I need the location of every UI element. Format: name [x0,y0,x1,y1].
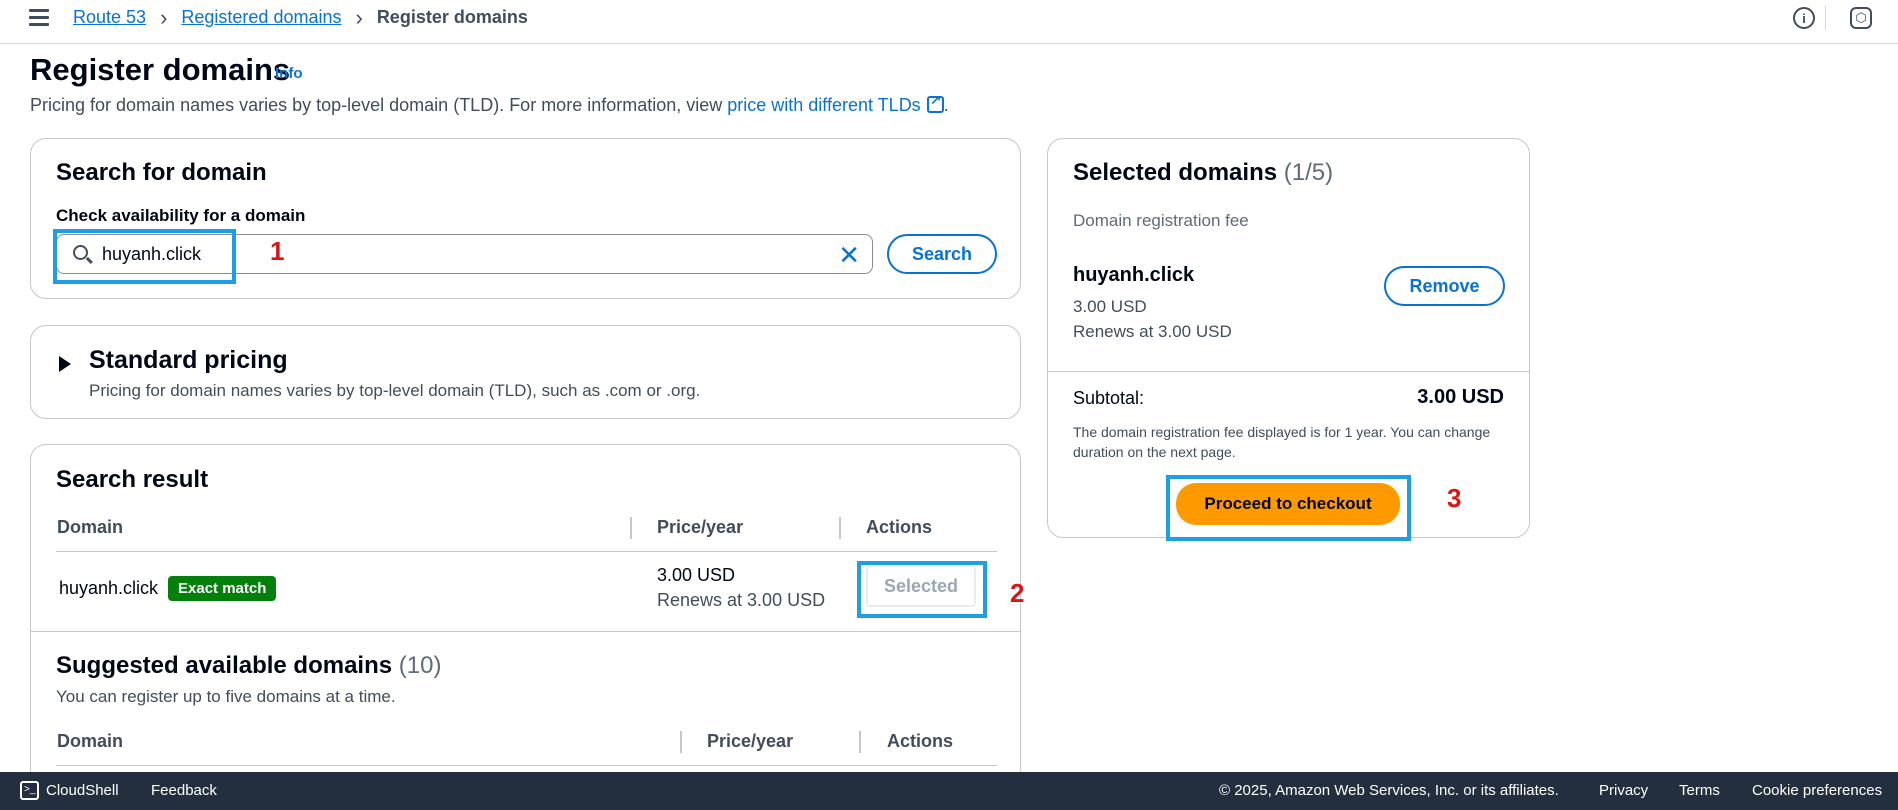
footer: >_ CloudShell Feedback © 2025, Amazon We… [0,772,1898,810]
breadcrumb-route53[interactable]: Route 53 [73,7,146,28]
annotation-number-1: 1 [270,236,285,266]
result-domain: huyanh.click [59,578,159,598]
result-renews: Renews at 3.00 USD [657,590,826,610]
annotation-box-1 [53,229,236,284]
subtotal-value: 3.00 USD [1417,386,1504,408]
column-actions: Actions [887,731,954,751]
terms-link[interactable]: Terms [1679,782,1720,799]
selected-domain-price: 3.00 USD [1073,297,1147,316]
table-header-divider [56,765,997,766]
top-navigation: Route 53 › Registered domains › Register… [0,0,1898,44]
column-domain: Domain [57,517,124,537]
column-separator [630,517,632,539]
suggested-count: (10) [398,652,442,679]
chevron-right-icon: › [355,4,363,30]
selected-domains-title: Selected domains (1/5) [1073,159,1333,187]
exact-match-badge: Exact match [168,576,277,601]
cloudshell-link[interactable]: CloudShell [46,782,119,799]
column-actions: Actions [866,517,933,537]
selected-domain-name: huyanh.click [1073,264,1195,286]
page-description-suffix: . [943,95,949,115]
column-separator [859,731,861,753]
search-result-title: Search result [56,466,209,493]
breadcrumb: Route 53 › Registered domains › Register… [73,4,528,30]
suggested-title-text: Suggested available domains [56,652,393,679]
info-icon[interactable]: i [1793,7,1815,29]
info-link[interactable]: Info [275,65,303,82]
expand-caret-icon[interactable] [59,356,71,372]
copyright-text: © 2025, Amazon Web Services, Inc. or its… [1219,782,1559,799]
table-header-divider [56,551,997,552]
tld-pricing-link[interactable]: price with different TLDs [727,95,920,115]
column-separator [680,731,682,753]
chevron-right-icon: › [160,4,168,30]
page-title: Register domains [30,52,291,87]
search-label: Check availability for a domain [56,206,306,225]
duration-note: The domain registration fee displayed is… [1073,424,1491,460]
cookie-preferences-link[interactable]: Cookie preferences [1752,782,1882,799]
selected-count: (1/5) [1283,159,1334,186]
row-divider [31,631,1020,632]
settings-icon[interactable]: ⬡ [1850,7,1872,29]
clear-icon[interactable]: ✕ [838,240,860,271]
fee-label: Domain registration fee [1073,211,1249,230]
divider [1825,6,1826,30]
pricing-card: Standard pricing Pricing for domain name… [30,325,1021,419]
page-description: Pricing for domain names varies by top-l… [30,92,949,116]
search-button[interactable]: Search [887,234,997,274]
annotation-box-2 [857,561,987,618]
breadcrumb-current: Register domains [376,7,528,27]
selected-title-text: Selected domains [1073,159,1278,186]
selected-domain-renews: Renews at 3.00 USD [1073,322,1232,341]
suggested-title: Suggested available domains (10) [56,652,441,680]
annotation-number-3: 3 [1447,483,1462,513]
menu-icon[interactable] [29,9,49,26]
annotation-box-3 [1166,475,1411,541]
privacy-link[interactable]: Privacy [1599,782,1648,799]
remove-button[interactable]: Remove [1384,266,1505,306]
column-domain: Domain [57,731,124,751]
pricing-title[interactable]: Standard pricing [89,346,288,375]
column-price: Price/year [657,517,744,537]
result-price: 3.00 USD [657,565,736,585]
cloudshell-icon[interactable]: >_ [20,781,39,800]
suggested-description: You can register up to five domains at a… [56,687,396,706]
search-card-title: Search for domain [56,159,267,186]
breadcrumb-registered-domains[interactable]: Registered domains [181,7,341,28]
feedback-link[interactable]: Feedback [151,782,217,799]
annotation-number-2: 2 [1010,578,1025,608]
page-description-text: Pricing for domain names varies by top-l… [30,95,728,115]
column-price: Price/year [707,731,794,751]
subtotal-label: Subtotal: [1073,388,1145,408]
pricing-description: Pricing for domain names varies by top-l… [89,381,701,400]
external-link-icon[interactable] [926,92,944,113]
panel-divider [1048,371,1529,372]
search-result-card: Search result Domain Price/year Actions … [30,444,1021,804]
column-separator [839,517,841,539]
